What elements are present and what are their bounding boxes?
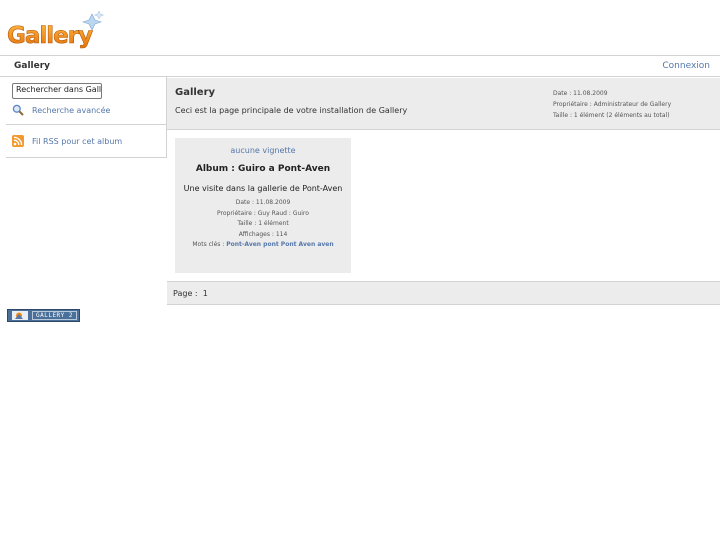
album-owner: Propriétaire : Administrateur de Gallery xyxy=(553,101,672,108)
album-description: Ceci est la page principale de votre ins… xyxy=(175,106,408,115)
sidebar: Rechercher dans Galle Recherche avancée … xyxy=(6,77,167,158)
item-title: Album : Guiro a Pont-Aven xyxy=(195,164,331,174)
rss-icon xyxy=(12,135,24,147)
item-owner: Propriétaire : Guy Raud : Guiro xyxy=(217,209,309,217)
sidebar-divider xyxy=(6,124,166,125)
item-size: Taille : 1 élément xyxy=(237,220,289,227)
gallery2-badge[interactable]: GALLERY 2 xyxy=(7,309,80,322)
advanced-search-link[interactable]: Recherche avancée xyxy=(12,103,110,117)
item-views: Affichages : 114 xyxy=(238,230,288,238)
top-navigation-bar: Gallery Connexion xyxy=(0,55,720,77)
item-date: Date : 11.08.2009 xyxy=(235,199,291,206)
no-thumbnail-link[interactable]: aucune vignette xyxy=(175,146,351,155)
login-link[interactable]: Connexion xyxy=(662,61,710,71)
item-keywords: Mots clés : Pont-Aven pont Pont Aven ave… xyxy=(175,240,351,251)
search-input[interactable]: Rechercher dans Galle xyxy=(12,83,102,99)
rss-feed-label[interactable]: Fil RSS pour cet album xyxy=(32,137,122,146)
page-indicator: Page : 1 xyxy=(173,289,208,298)
keywords-label: Mots clés : xyxy=(192,241,227,248)
album-item-card: aucune vignette Album : Guiro a Pont-Ave… xyxy=(175,138,351,273)
gallery-logo[interactable]: Gallery xyxy=(6,10,106,52)
rss-feed-link[interactable]: Fil RSS pour cet album xyxy=(12,135,122,147)
page-label: Page : xyxy=(173,289,198,298)
pagination-bar: Page : 1 xyxy=(167,281,720,305)
album-meta: Date : 11.08.2009 Propriétaire : Adminis… xyxy=(553,88,671,121)
gallery2-badge-text: GALLERY 2 xyxy=(32,311,78,320)
keywords-link[interactable]: Pont-Aven pont Pont Aven aven xyxy=(226,241,333,248)
album-date: Date : 11.08.2009 xyxy=(553,90,608,97)
page-number: 1 xyxy=(202,289,208,298)
magnifier-icon xyxy=(12,104,24,116)
album-size: Taille : 1 élément (2 éléments au total) xyxy=(553,112,670,119)
advanced-search-label[interactable]: Recherche avancée xyxy=(32,106,110,115)
album-header: Gallery Ceci est la page principale de v… xyxy=(167,78,720,130)
logo-text: Gallery xyxy=(7,23,93,49)
breadcrumb[interactable]: Gallery xyxy=(14,61,50,71)
album-title: Gallery xyxy=(175,87,216,98)
gallery-badge-icon xyxy=(12,311,28,320)
item-meta: Date : 11.08.2009 Propriétaire : Guy Rau… xyxy=(175,198,351,251)
item-description: Une visite dans la gallerie de Pont-Aven xyxy=(183,184,343,193)
